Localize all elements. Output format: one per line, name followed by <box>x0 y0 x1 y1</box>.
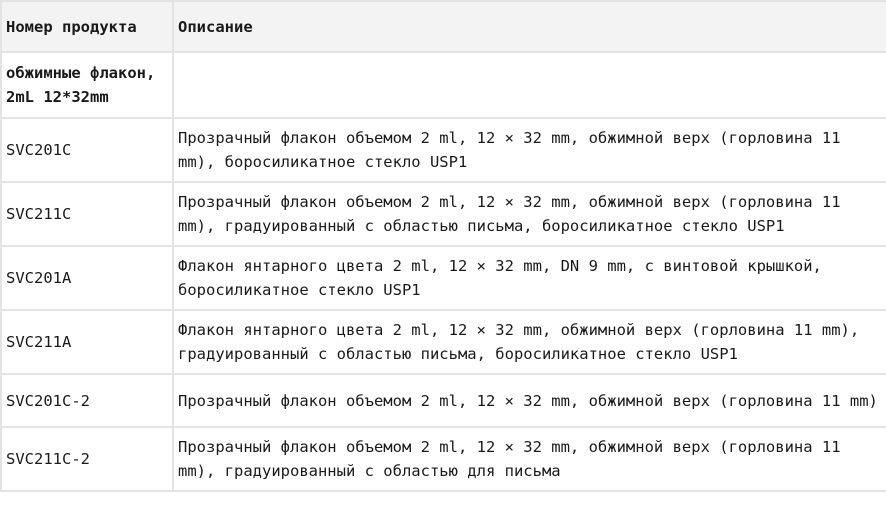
product-description: Флакон янтарного цвета 2 ml, 12 × 32 mm,… <box>172 309 886 375</box>
table-row: SVC201C-2 Прозрачный флакон объемом 2 ml… <box>0 373 886 428</box>
group-label: обжимные флакон, 2mL 12*32mm <box>0 51 174 119</box>
product-code: SVC211C <box>0 181 174 247</box>
header-description: Описание <box>172 0 886 53</box>
product-description: Прозрачный флакон объемом 2 ml, 12 × 32 … <box>172 373 886 428</box>
table-row: SVC201A Флакон янтарного цвета 2 ml, 12 … <box>0 245 886 311</box>
table-row: SVC211C Прозрачный флакон объемом 2 ml, … <box>0 181 886 247</box>
product-code: SVC211A <box>0 309 174 375</box>
group-description <box>172 51 886 119</box>
product-description: Прозрачный флакон объемом 2 ml, 12 × 32 … <box>172 117 886 183</box>
product-code: SVC201A <box>0 245 174 311</box>
table-row: SVC201C Прозрачный флакон объемом 2 ml, … <box>0 117 886 183</box>
table-header-row: Номер продукта Описание <box>0 0 886 53</box>
product-description: Флакон янтарного цвета 2 ml, 12 × 32 mm,… <box>172 245 886 311</box>
product-description: Прозрачный флакон объемом 2 ml, 12 × 32 … <box>172 426 886 492</box>
table-row: SVC211C-2 Прозрачный флакон объемом 2 ml… <box>0 426 886 492</box>
header-product-number: Номер продукта <box>0 0 174 53</box>
product-description: Прозрачный флакон объемом 2 ml, 12 × 32 … <box>172 181 886 247</box>
table-row: SVC211A Флакон янтарного цвета 2 ml, 12 … <box>0 309 886 375</box>
group-row: обжимные флакон, 2mL 12*32mm <box>0 51 886 119</box>
product-code: SVC211C-2 <box>0 426 174 492</box>
product-code: SVC201C <box>0 117 174 183</box>
product-code: SVC201C-2 <box>0 373 174 428</box>
product-table: Номер продукта Описание обжимные флакон,… <box>0 0 886 492</box>
